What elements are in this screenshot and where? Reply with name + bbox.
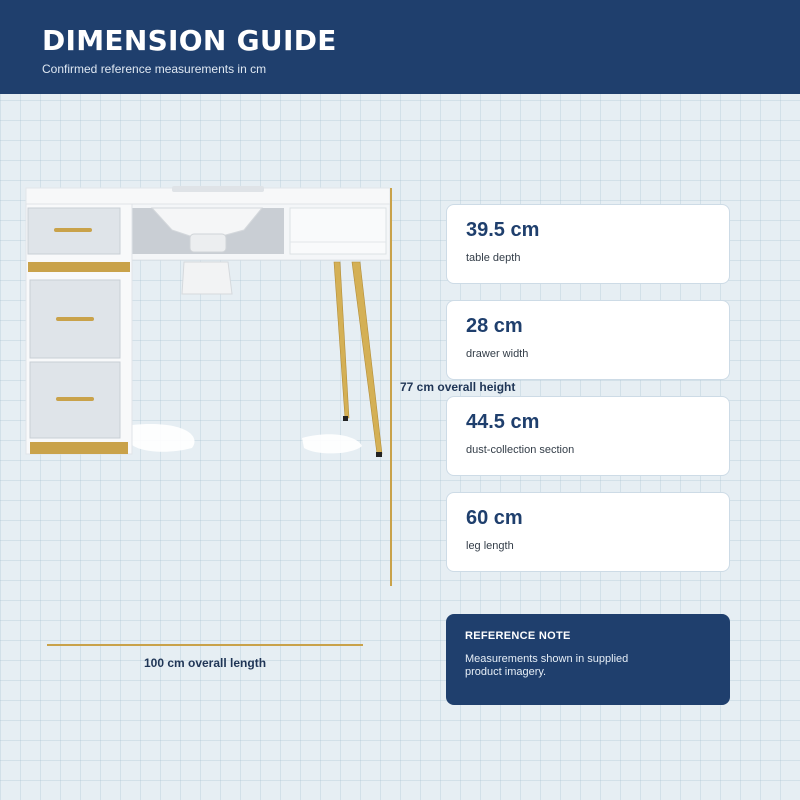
measurement-card-leg-length: 60 cm leg length <box>446 492 730 572</box>
card-label: leg length <box>466 540 514 552</box>
gold-band <box>28 262 130 272</box>
reference-note: REFERENCE NOTE Measurements shown in sup… <box>446 614 730 705</box>
floor-shadow-left <box>130 424 195 452</box>
header-bar: DIMENSION GUIDE Confirmed reference meas… <box>0 0 800 94</box>
card-value: 28 cm <box>466 315 523 337</box>
dust-bag <box>181 261 233 295</box>
fan-neck <box>189 233 227 253</box>
height-dimension-label: 77 cm overall height <box>400 380 516 394</box>
measurement-card-drawer-width: 28 cm drawer width <box>446 300 730 380</box>
gold-base <box>30 442 128 454</box>
drawer-bottom-handle <box>56 397 94 401</box>
drawer-middle-handle <box>56 317 94 321</box>
card-value: 44.5 cm <box>466 411 540 433</box>
reference-note-body: Measurements shown in supplied product i… <box>465 653 629 678</box>
measurement-card-dust-section: 44.5 cm dust-collection section <box>446 396 730 476</box>
height-dimension-line <box>390 188 392 586</box>
measurement-card-depth: 39.5 cm table depth <box>446 204 730 284</box>
card-label: table depth <box>466 252 521 264</box>
card-label: dust-collection section <box>466 444 575 456</box>
floor-shadow-right <box>302 434 362 454</box>
card-value: 39.5 cm <box>466 219 540 241</box>
leg-rear <box>333 261 350 419</box>
open-cubby <box>289 207 387 255</box>
leg-front <box>351 261 383 455</box>
page-subtitle: Confirmed reference measurements in cm <box>42 62 267 76</box>
manicure-table-image <box>25 186 391 457</box>
reference-note-title: REFERENCE NOTE <box>465 630 571 642</box>
card-label: drawer width <box>466 348 529 360</box>
length-dimension-label: 100 cm overall length <box>143 656 267 670</box>
vent-grille <box>172 186 264 192</box>
page-title: DIMENSION GUIDE <box>42 24 337 57</box>
card-value: 60 cm <box>466 507 523 529</box>
length-dimension-line <box>47 644 363 646</box>
drawer-top-handle <box>54 228 92 232</box>
